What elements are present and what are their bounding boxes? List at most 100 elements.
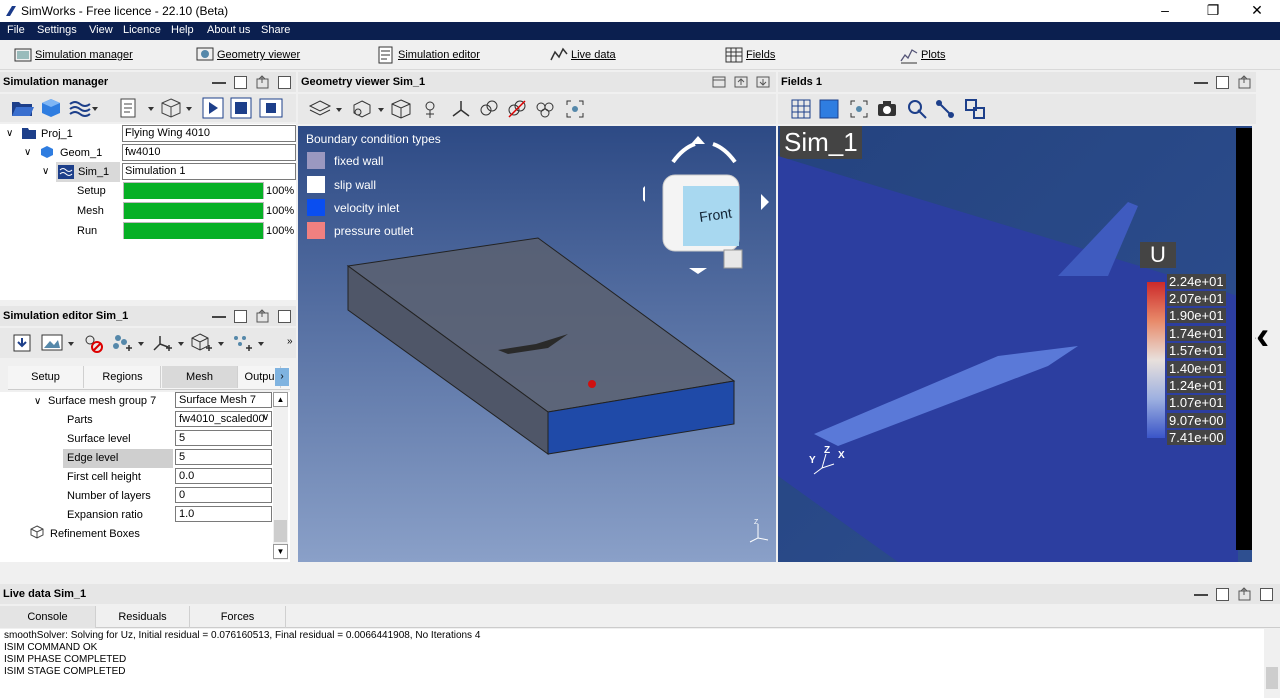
geometry-viewer-button[interactable]: Geometry viewer [196, 45, 300, 65]
layers-icon[interactable] [308, 98, 346, 120]
tab-console[interactable]: Console [0, 606, 96, 628]
menu-about-us[interactable]: About us [207, 24, 250, 36]
parts-dropdown[interactable]: fw4010_scaled00 [175, 411, 272, 427]
simulation-waves-icon[interactable] [68, 97, 98, 119]
float-panel-icon[interactable] [1216, 588, 1229, 601]
number-of-layers-field[interactable]: 0 [175, 487, 272, 503]
live-data-button[interactable]: Live data [550, 45, 616, 65]
clip-plane-icon[interactable] [964, 98, 986, 120]
collapse-chevron-icon[interactable]: ‹ [1256, 316, 1269, 356]
document-menu-icon[interactable] [118, 97, 156, 119]
surface-mesh-group-field[interactable]: Surface Mesh 7 [175, 392, 272, 408]
spheres-icon[interactable] [478, 98, 500, 120]
tab-mesh[interactable]: Mesh [162, 366, 238, 388]
dock-panel-icon[interactable] [756, 75, 770, 89]
tab-setup[interactable]: Setup [8, 366, 84, 388]
tree-geom-label[interactable]: Geom_1 [60, 147, 102, 159]
hide-spheres-icon[interactable] [506, 98, 528, 120]
chevron-down-icon[interactable]: ∨ [262, 412, 269, 423]
add-refinement-icon[interactable] [230, 332, 268, 354]
focus-point-icon[interactable] [848, 98, 870, 120]
detach-panel-icon[interactable] [1238, 75, 1252, 89]
console-scrollbar[interactable] [1264, 629, 1280, 698]
menu-settings[interactable]: Settings [37, 24, 77, 36]
float-panel-icon[interactable] [234, 310, 247, 323]
view-cube[interactable]: Front [643, 130, 773, 278]
geometry-viewport[interactable]: Boundary condition types fixed wall slip… [298, 126, 776, 562]
tree-sim-selected[interactable]: Sim_1 [56, 162, 120, 182]
collapse-arrow-icon[interactable]: ∨ [6, 128, 13, 139]
first-cell-height-field[interactable]: 0.0 [175, 468, 272, 484]
close-button[interactable]: ✕ [1234, 0, 1280, 22]
probe-line-icon[interactable] [934, 98, 956, 120]
maximize-panel-icon[interactable] [278, 310, 291, 323]
tabs-scroll-right-icon[interactable]: › [275, 368, 289, 386]
layout-icon[interactable] [712, 75, 726, 89]
minimize-panel-icon[interactable] [212, 82, 226, 84]
geometry-cube-icon[interactable] [40, 97, 62, 119]
select-pointer-icon[interactable] [906, 98, 928, 120]
expansion-ratio-field[interactable]: 1.0 [175, 506, 272, 522]
collapse-arrow-icon[interactable]: ∨ [34, 396, 41, 407]
open-folder-icon[interactable] [10, 97, 34, 119]
project-name-field[interactable]: Flying Wing 4010 [122, 125, 296, 142]
maximize-panel-icon[interactable] [278, 76, 291, 89]
solid-view-icon[interactable] [818, 98, 840, 120]
add-box-icon[interactable] [190, 332, 228, 354]
scroll-down-icon[interactable]: ▼ [273, 544, 288, 559]
scroll-up-icon[interactable]: ▲ [273, 392, 288, 407]
minimize-button[interactable]: – [1142, 0, 1188, 22]
maximize-panel-icon[interactable] [1260, 588, 1273, 601]
image-menu-icon[interactable] [40, 332, 78, 354]
shapes-menu-icon[interactable] [350, 98, 388, 120]
editor-scrollbar[interactable]: ▲ ▼ [273, 392, 288, 560]
detach-panel-icon[interactable] [256, 75, 270, 89]
cluster-icon[interactable] [534, 98, 556, 120]
simulation-editor-button[interactable]: Simulation editor [377, 45, 480, 65]
fields-button[interactable]: Fields [725, 45, 775, 65]
add-axis-icon[interactable] [150, 332, 188, 354]
scroll-thumb[interactable] [274, 520, 287, 542]
camera-icon[interactable] [876, 98, 898, 120]
plots-button[interactable]: Plots [900, 45, 945, 65]
detach-panel-icon[interactable] [1238, 587, 1252, 601]
scroll-thumb[interactable] [1266, 667, 1278, 689]
stop-icon[interactable] [230, 97, 252, 119]
detach-panel-icon[interactable] [256, 309, 270, 323]
minimize-panel-icon[interactable] [1194, 594, 1208, 596]
simulation-name-field[interactable]: Simulation 1 [122, 163, 296, 180]
menu-file[interactable]: File [7, 24, 25, 36]
run-play-icon[interactable] [202, 97, 224, 119]
film-strip-icon[interactable] [259, 97, 283, 119]
tree-proj-label[interactable]: Proj_1 [41, 128, 73, 140]
menu-licence[interactable]: Licence [123, 24, 161, 36]
menu-help[interactable]: Help [171, 24, 194, 36]
geometry-name-field[interactable]: fw4010 [122, 144, 296, 161]
minimize-panel-icon[interactable] [1194, 82, 1208, 84]
maximize-button[interactable]: ❐ [1190, 0, 1236, 22]
menu-view[interactable]: View [89, 24, 113, 36]
float-panel-icon[interactable] [1216, 76, 1229, 89]
more-tools-icon[interactable]: » [287, 336, 293, 347]
grid-view-icon[interactable] [790, 98, 812, 120]
simulation-manager-button[interactable]: Simulation manager [14, 45, 133, 65]
detach-panel-icon[interactable] [734, 75, 748, 89]
menu-share[interactable]: Share [261, 24, 290, 36]
remove-point-icon[interactable] [82, 332, 106, 354]
surface-level-field[interactable]: 5 [175, 430, 272, 446]
float-panel-icon[interactable] [234, 76, 247, 89]
tab-regions[interactable]: Regions [85, 366, 161, 388]
cube-view-icon[interactable] [390, 98, 412, 120]
minimize-panel-icon[interactable] [212, 316, 226, 318]
tab-residuals[interactable]: Residuals [96, 606, 190, 628]
collapse-arrow-icon[interactable]: ∨ [42, 166, 49, 177]
fields-viewport[interactable]: Sim_1 U 2.24e+01 2.07e+01 1.90e+01 1.74e… [778, 126, 1252, 562]
mesh-cube-icon[interactable] [160, 97, 194, 119]
focus-point-icon[interactable] [564, 98, 586, 120]
edge-level-field[interactable]: 5 [175, 449, 272, 465]
import-icon[interactable] [10, 332, 34, 354]
refinement-boxes-label[interactable]: Refinement Boxes [50, 528, 140, 540]
probe-icon[interactable] [420, 98, 442, 120]
add-points-icon[interactable] [110, 332, 148, 354]
tab-forces[interactable]: Forces [190, 606, 286, 628]
